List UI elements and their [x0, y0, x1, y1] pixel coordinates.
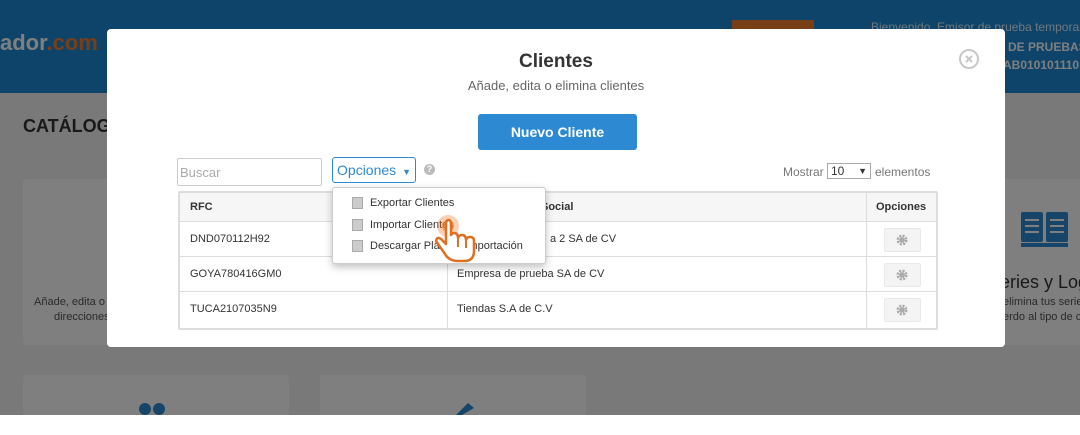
clients-modal: Clientes Añade, edita o elimina clientes…	[107, 29, 1005, 347]
name-cell: a 2 SA de CV	[550, 233, 617, 245]
row-options-button[interactable]	[884, 298, 921, 322]
rfc-cell: TUCA2107035N9	[190, 303, 277, 315]
export-icon	[352, 197, 363, 209]
help-icon[interactable]: ?	[424, 164, 435, 175]
caret-down-icon: ▼	[402, 167, 411, 177]
elements-label: elementos	[875, 165, 931, 179]
close-x-glyph	[965, 55, 973, 63]
rfc-cell: GOYA780416GM0	[190, 268, 282, 280]
menu-item-label: Exportar Clientes	[370, 197, 455, 209]
column-header-options: Opciones	[866, 193, 936, 221]
show-label: Mostrar	[783, 165, 824, 179]
table-row[interactable]: GOYA780416GM0 Empresa de prueba SA de CV	[180, 256, 936, 291]
gear-icon	[896, 304, 908, 316]
column-divider	[866, 193, 867, 328]
page-size-select[interactable]: 10 ▼	[827, 163, 871, 179]
import-icon	[352, 219, 363, 231]
options-dropdown-button[interactable]: Opciones ▼	[332, 157, 416, 183]
row-options-button[interactable]	[884, 228, 921, 252]
close-icon[interactable]	[959, 49, 979, 69]
table-row[interactable]: DND070112H92 a 2 SA de CV	[180, 221, 936, 256]
modal-subtitle: Añade, edita o elimina clientes	[467, 78, 645, 93]
gear-icon	[896, 234, 908, 246]
modal-title: Clientes	[519, 51, 593, 72]
new-client-button[interactable]: Nuevo Cliente	[478, 114, 637, 150]
download-template-icon	[352, 240, 363, 252]
gear-icon	[896, 269, 908, 281]
hand-cursor-icon	[434, 215, 476, 263]
search-input[interactable]	[177, 158, 322, 186]
table-row[interactable]: TUCA2107035N9 Tiendas S.A de C.V	[180, 291, 936, 326]
rfc-cell: DND070112H92	[190, 233, 270, 245]
caret-down-icon: ▼	[858, 166, 867, 176]
clients-table: RFC Social Opciones DND070112H92 a 2 SA …	[178, 191, 938, 330]
name-cell: Tiendas S.A de C.V	[457, 303, 553, 315]
row-options-button[interactable]	[884, 263, 921, 287]
page-size-value: 10	[831, 164, 845, 178]
options-label: Opciones	[337, 162, 397, 178]
